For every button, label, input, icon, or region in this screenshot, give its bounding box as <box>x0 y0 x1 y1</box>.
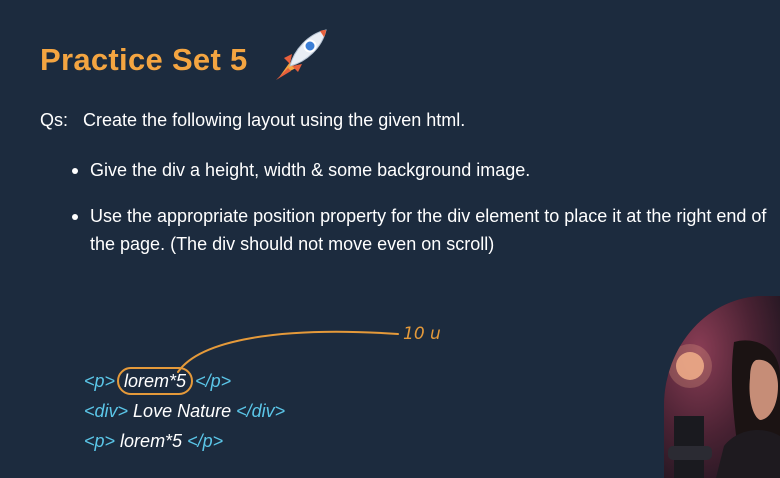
bullet-item: Give the div a height, width & some back… <box>70 156 780 184</box>
slide-title: Practice Set 5 <box>40 42 248 77</box>
question: Qs: Create the following layout using th… <box>40 110 465 131</box>
code-tag: </p> <box>187 431 224 451</box>
code-text: lorem*5 <box>115 431 188 451</box>
code-tag: <p> <box>84 371 116 391</box>
circled-code-text: lorem*5 <box>117 367 194 395</box>
presenter-image <box>664 296 780 478</box>
webcam-overlay <box>664 296 780 478</box>
code-text: Love Nature <box>128 401 237 421</box>
question-text: Create the following layout using the gi… <box>83 110 466 130</box>
bullet-item: Use the appropriate position property fo… <box>70 202 780 258</box>
bullet-list: Give the div a height, width & some back… <box>70 156 780 276</box>
code-tag: <div> <box>84 401 129 421</box>
code-tag: <p> <box>84 431 116 451</box>
question-prefix: Qs: <box>40 110 69 130</box>
code-tag: </p> <box>195 371 232 391</box>
rocket-icon <box>276 29 327 80</box>
code-line: <div> Love Nature </div> <box>84 396 285 426</box>
code-block: <p> lorem*5 </p> <div> Love Nature </div> … <box>84 366 285 456</box>
code-tag: </div> <box>236 401 286 421</box>
code-line: <p> lorem*5 </p> <box>84 426 285 456</box>
annotation-text: 10 u <box>403 324 441 344</box>
code-line: <p> lorem*5 </p> <box>84 366 285 396</box>
slide: Practice Set 5 Qs: Create the following … <box>0 0 780 478</box>
